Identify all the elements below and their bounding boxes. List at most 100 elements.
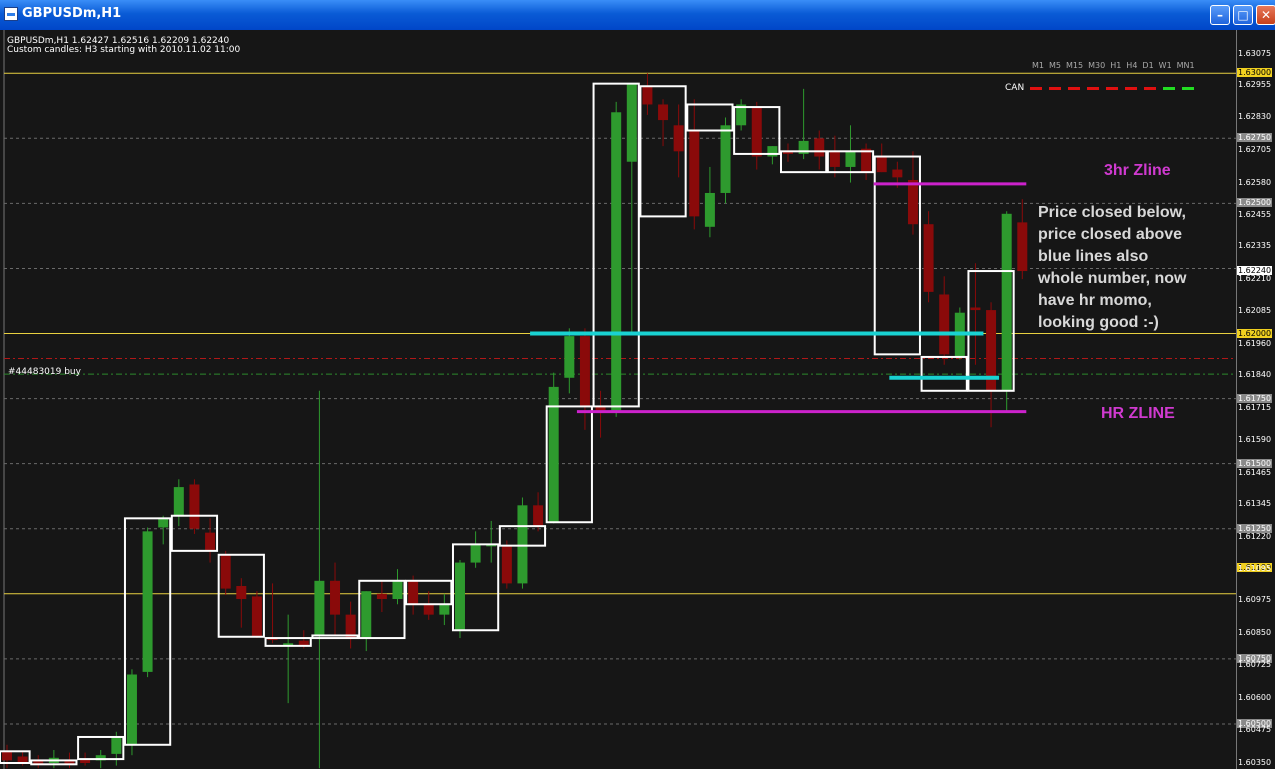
bear-candle <box>2 751 12 761</box>
note-line: blue lines also <box>1038 248 1149 265</box>
price-tick-label: 1.60725 <box>1238 660 1272 670</box>
price-tick-label: 1.62750 <box>1237 133 1273 143</box>
price-tick-label: 1.62335 <box>1238 241 1272 251</box>
can-indicator-label: CAN <box>1005 83 1025 93</box>
bear-candle <box>642 86 653 105</box>
bull-candle <box>142 531 153 672</box>
chart-window-icon[interactable] <box>4 7 18 21</box>
bear-candle <box>907 179 918 225</box>
bull-candle <box>845 151 856 167</box>
price-tick-label: 1.63075 <box>1238 48 1272 58</box>
can-signal-dash <box>1087 87 1099 90</box>
bull-candle <box>126 674 137 745</box>
bear-candle <box>330 580 341 615</box>
bull-candle <box>361 591 372 639</box>
can-signal-dash <box>1182 87 1194 90</box>
can-signal-dash <box>1125 87 1137 90</box>
price-tick-label: 1.62000 <box>1237 328 1273 338</box>
annotation-3hr-zline: 3hr Zline <box>1104 162 1171 179</box>
minimize-button[interactable]: – <box>1210 5 1230 25</box>
note-line: whole number, now <box>1038 270 1187 287</box>
title-bar: GBPUSDm,H1 – □ ✕ <box>0 0 1275 30</box>
bear-candle <box>376 593 387 600</box>
price-tick-label: 1.62705 <box>1238 145 1272 155</box>
price-tick-label: 1.63000 <box>1237 68 1273 78</box>
bear-candle <box>533 505 544 527</box>
price-tick-label: 1.61220 <box>1238 531 1272 541</box>
price-tick-label: 1.61960 <box>1238 338 1272 348</box>
price-tick-label: 1.62830 <box>1238 112 1272 122</box>
note-line: price closed above <box>1038 226 1183 243</box>
can-signal-dash <box>1049 87 1061 90</box>
bull-candle <box>439 604 450 615</box>
price-tick-label: 1.61715 <box>1238 402 1272 412</box>
price-tick-label: 1.61095 <box>1238 564 1272 574</box>
bull-candle <box>470 544 481 563</box>
timeframe-label: M5 <box>1049 61 1061 70</box>
chart-info-custom-candles: Custom candles: H3 starting with 2010.11… <box>7 45 241 55</box>
bull-candle <box>314 580 325 636</box>
bull-candle <box>111 736 122 754</box>
price-tick-label: 1.60350 <box>1238 758 1272 767</box>
price-tick-label: 1.62085 <box>1238 306 1272 316</box>
chart-area[interactable]: GBPUSDm,H1 1.62427 1.62516 1.62209 1.622… <box>0 30 1275 769</box>
bull-candle <box>611 112 622 411</box>
order-label[interactable]: #44483019 buy <box>8 367 81 377</box>
timeframe-label: M30 <box>1088 61 1106 70</box>
bull-candle <box>173 487 184 516</box>
bull-candle <box>158 518 169 528</box>
bear-candle <box>501 545 512 584</box>
bear-candle <box>892 169 903 178</box>
close-button[interactable]: ✕ <box>1256 5 1275 25</box>
bear-candle <box>970 307 981 311</box>
annotation-hr-zline: HR ZLINE <box>1101 405 1175 422</box>
bear-candle <box>189 484 200 529</box>
price-tick-label: 1.62955 <box>1238 79 1272 89</box>
price-tick-label: 1.61750 <box>1237 393 1273 403</box>
bear-candle <box>751 107 762 157</box>
price-tick-label: 1.60850 <box>1238 627 1272 637</box>
price-axis[interactable]: 1.63075 1.63000 1.62955 1.62830 1.62750 1.627… <box>1236 30 1275 769</box>
price-tick-label: 1.62500 <box>1237 198 1273 208</box>
bear-candle <box>408 580 419 605</box>
bear-candle <box>814 138 825 157</box>
price-tick-label: 1.62455 <box>1238 210 1272 220</box>
bear-candle <box>829 151 840 167</box>
bull-candle <box>767 146 778 157</box>
bear-candle <box>923 224 934 292</box>
bull-candle <box>454 562 465 631</box>
note-line: have hr momo, <box>1038 292 1152 309</box>
bull-candle <box>564 336 575 378</box>
price-tick-label: 1.62210 <box>1238 273 1272 283</box>
timeframe-label: W1 <box>1158 61 1172 70</box>
timeframe-label: D1 <box>1142 61 1154 70</box>
maximize-button[interactable]: □ <box>1233 5 1253 25</box>
bull-candle <box>392 580 403 600</box>
bear-candle <box>579 336 590 407</box>
bull-candle <box>626 83 637 162</box>
window-title: GBPUSDm,H1 <box>22 6 122 21</box>
price-tick-label: 1.60975 <box>1238 595 1272 605</box>
price-tick-label: 1.61590 <box>1238 435 1272 445</box>
bull-candle <box>704 192 715 227</box>
timeframe-row: M1 M5 M15 M30 H1 H4 D1 W1 MN1 <box>1032 61 1200 70</box>
price-tick-label: 1.61465 <box>1238 467 1272 477</box>
bear-candle <box>658 104 669 121</box>
bear-candle <box>939 294 950 355</box>
timeframe-label: H1 <box>1110 61 1122 70</box>
price-tick-label: 1.61840 <box>1238 370 1272 380</box>
bear-candle <box>236 586 247 600</box>
bear-candle <box>673 125 684 152</box>
timeframe-label: MN1 <box>1176 61 1195 70</box>
note-line: Price closed below, <box>1038 204 1186 221</box>
can-signal-dash <box>1163 87 1175 90</box>
bear-candle <box>205 532 216 551</box>
can-indicator-dashes <box>1030 87 1201 106</box>
bull-candle <box>1001 213 1012 391</box>
price-chart[interactable] <box>0 30 1275 769</box>
price-tick-label: 1.61345 <box>1238 499 1272 508</box>
price-tick-label: 1.62580 <box>1238 177 1272 187</box>
price-tick-label: 1.60600 <box>1238 692 1272 702</box>
timeframe-label: M15 <box>1066 61 1084 70</box>
can-signal-dash <box>1106 87 1118 90</box>
